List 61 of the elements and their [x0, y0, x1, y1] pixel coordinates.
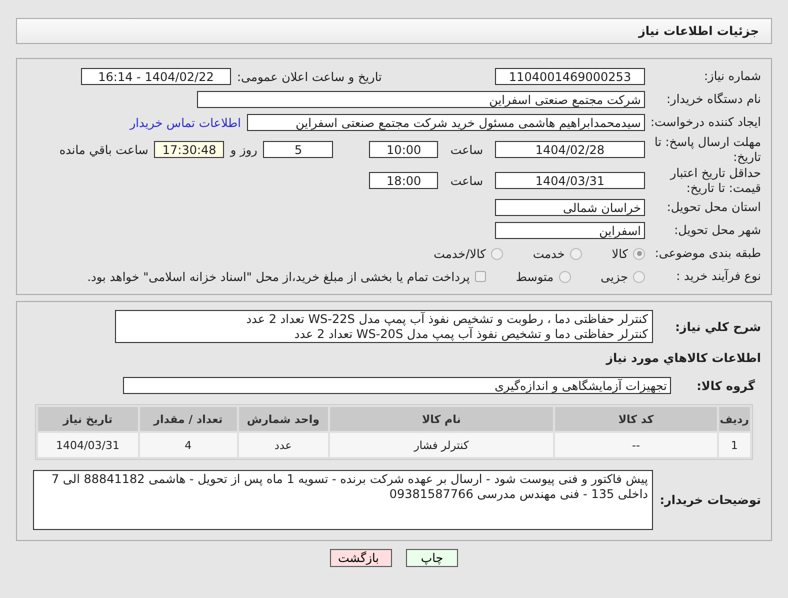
- field-label: نام دستگاه خریدار:: [666, 92, 762, 107]
- column-header: تعداد / مقدار: [140, 407, 237, 431]
- page-title: جزئیات اطلاعات نیاز: [16, 18, 772, 44]
- field-label: شماره نیاز:: [703, 69, 762, 84]
- field-label: ساعت: [450, 142, 483, 156]
- field-label: حداقل تاریخ اعتبار قیمت: تا تاریخ:: [668, 166, 762, 196]
- table-cell: عدد: [238, 433, 328, 457]
- table-cell: کنترلر فشار: [330, 433, 554, 457]
- input-field: تجهیزات آزمایشگاهی و اندازه‌گیری: [123, 377, 671, 394]
- input-field: شرکت مجتمع صنعتی اسفراین: [197, 91, 645, 108]
- input-field: 1404/03/31: [495, 172, 645, 189]
- radio-button[interactable]: [570, 248, 582, 260]
- column-header: کد کالا: [555, 407, 717, 431]
- field-label: استان محل تحویل:: [666, 200, 762, 215]
- field-label: تاریخ و ساعت اعلان عمومی:: [237, 70, 382, 84]
- column-header: نام کالا: [330, 407, 554, 431]
- table-cell: 1404/03/31: [38, 433, 138, 457]
- table-cell: 4: [140, 433, 237, 457]
- input-field: 1404/02/22 - 16:14: [81, 68, 231, 85]
- input-field: 18:00: [369, 172, 438, 189]
- input-field: 17:30:48: [154, 141, 224, 158]
- option-label: جزیی: [600, 270, 628, 284]
- field-label: ساعت باقي مانده: [59, 142, 148, 156]
- field-label: روز و: [230, 142, 258, 156]
- input-field: 1404/02/28: [495, 141, 645, 158]
- option-label: متوسط: [516, 270, 554, 284]
- input-field: 10:00: [369, 141, 438, 158]
- input-field: 5: [263, 141, 334, 158]
- field-label: شرح کلي نياز:: [674, 320, 762, 334]
- field-label: نوع فرآیند خرید :: [675, 269, 762, 284]
- option-label: کالا/خدمت: [434, 246, 486, 260]
- field-label: ساعت: [450, 174, 483, 188]
- checkbox-label: پرداخت تمام یا بخشی از مبلغ خرید،از محل "اسناد خزانه اسلامی" خواهد بود.: [87, 270, 470, 284]
- checkbox[interactable]: [474, 271, 486, 282]
- section-heading: اطلاعات کالاهاي مورد نياز: [604, 350, 762, 365]
- column-header: تاریخ نیاز: [38, 407, 138, 431]
- input-field: خراسان شمالی: [495, 199, 645, 216]
- back-button[interactable]: بازگشت: [330, 549, 392, 567]
- field-label: مهلت ارسال پاسخ: تا تاریخ:: [653, 134, 762, 164]
- input-field: 1104001469000253: [495, 68, 645, 85]
- radio-button[interactable]: [558, 270, 571, 282]
- field-label: طبقه بندی موضوعی:: [654, 246, 762, 261]
- radio-button[interactable]: [633, 248, 645, 260]
- table-cell: 1: [718, 433, 750, 457]
- column-header: ردیف: [718, 407, 750, 431]
- field-label: شهر محل تحویل:: [673, 223, 762, 238]
- contact-link[interactable]: اطلاعات تماس خریدار: [130, 116, 241, 130]
- radio-button[interactable]: [490, 248, 503, 260]
- print-button[interactable]: چاپ: [406, 549, 458, 567]
- table-cell: --: [555, 433, 717, 457]
- option-label: خدمت: [532, 246, 565, 260]
- radio-button[interactable]: [633, 270, 645, 282]
- option-label: کالا: [612, 246, 628, 260]
- column-header: واحد شمارش: [238, 407, 328, 431]
- field-label: ایجاد کننده درخواست:: [649, 115, 762, 130]
- description-field: کنترلر حفاظتی دما ، رطوبت و تشخیص نفوذ آب پمپ مدل WS-22S تعداد 2 عدد کنترلر حفاظتی دما و تشخیص نفوذ آب پمپ مدل WS-20S تعداد 2 عدد: [115, 310, 653, 343]
- input-field: اسفراین: [495, 222, 645, 239]
- field-label: گروه کالا:: [696, 378, 756, 392]
- field-label: توضیحات خریدار:: [658, 493, 762, 507]
- notes-field: پیش فاکتور و فنی پیوست شود - ارسال بر عهده شرکت برنده - تسویه 1 ماه پس از تحویل - هاشمی 88841182 الی 7 داخلی 135 - فنی مهندس مدرسی 09381587766: [33, 470, 653, 530]
- input-field: سیدمحمدابراهیم هاشمی مسئول خرید شرکت مجتمع صنعتی اسفراین: [247, 114, 645, 131]
